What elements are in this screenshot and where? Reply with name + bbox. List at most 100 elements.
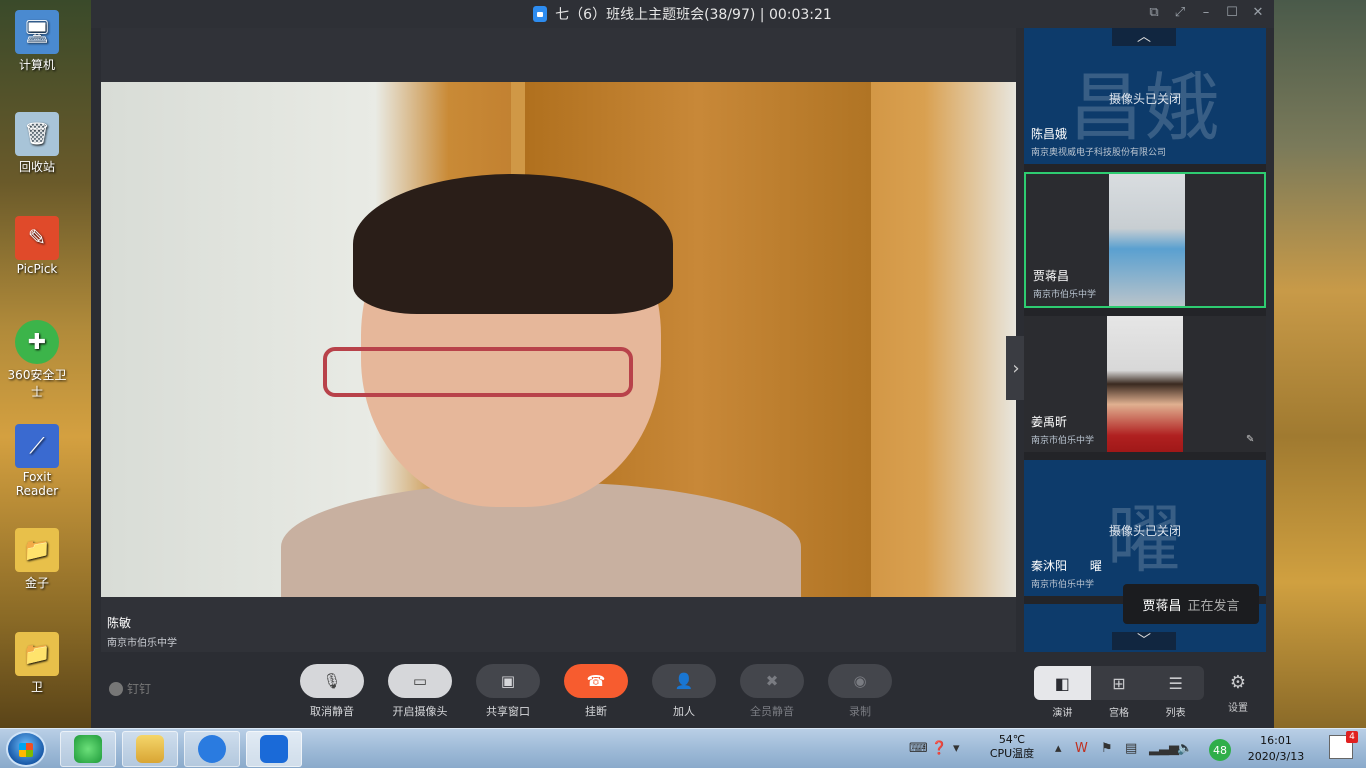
participant-tile[interactable]: 昌娥 摄像头已关闭 陈昌娥 南京奥视威电子科技股份有限公司 bbox=[1024, 28, 1266, 164]
desktop-icon-label: Foxit Reader bbox=[15, 470, 59, 498]
hangup-button[interactable]: ☎ 挂断 bbox=[564, 664, 628, 719]
speaker-layout-icon: ◧ bbox=[1054, 673, 1070, 693]
layout-labels: 演讲 宫格 列表 bbox=[1052, 708, 1186, 719]
share-screen-icon: ▣ bbox=[476, 664, 540, 698]
layout-switcher: ◧ ⊞ ☰ bbox=[1034, 666, 1204, 700]
system-tray: ⌨ ❓ ▾ 54℃ CPU温度 ▴ W ⚑ ▤ ▂▃▅ 🔈 48 16:01 2… bbox=[905, 729, 1366, 768]
participant-org: 南京市伯乐中学 bbox=[1031, 580, 1095, 590]
meeting-window: 七（6）班线上主题班会(38/97) | 00:03:21 ⧉ ⤢ – ☐ ✕ … bbox=[91, 0, 1274, 728]
main-speaker-name: 陈敏 bbox=[107, 616, 132, 630]
shield-plus-icon: ✚ bbox=[15, 320, 59, 364]
participant-video bbox=[1109, 174, 1185, 306]
add-person-button[interactable]: 👤 加人 bbox=[652, 664, 716, 719]
speaking-status: 正在发言 bbox=[1187, 598, 1240, 614]
taskbar-app-explorer[interactable] bbox=[122, 731, 178, 767]
window-title: 七（6）班线上主题班会(38/97) | 00:03:21 bbox=[555, 7, 832, 23]
window-controls: ⧉ ⤢ – ☐ ✕ bbox=[1146, 5, 1266, 20]
gear-icon: ⚙ bbox=[1229, 672, 1247, 693]
layout-list-button[interactable]: ☰ bbox=[1147, 666, 1204, 700]
grid-layout-icon: ⊞ bbox=[1112, 673, 1126, 693]
desktop-icon-label: 金子 bbox=[24, 576, 49, 590]
layout-grid-button[interactable]: ⊞ bbox=[1091, 666, 1148, 700]
speaking-name: 贾蒋昌 bbox=[1142, 598, 1182, 614]
participant-tile[interactable]: 姜禹昕 南京市伯乐中学 ✎ bbox=[1024, 316, 1266, 452]
recycle-bin-icon: 🗑 bbox=[15, 112, 59, 156]
scroll-down-button[interactable]: ﹀ bbox=[1112, 632, 1176, 650]
chevron-up-icon: ︿ bbox=[1137, 29, 1151, 45]
mute-all-icon: ✖ bbox=[740, 664, 804, 698]
settings-button[interactable]: ⚙ 设置 bbox=[1221, 672, 1255, 714]
hangup-icon: ☎ bbox=[564, 664, 628, 698]
participant-video bbox=[1107, 316, 1183, 452]
taskbar-app-ie[interactable] bbox=[60, 731, 116, 767]
layout-speaker-button[interactable]: ◧ bbox=[1034, 666, 1091, 700]
desktop-icon-label: 360安全卫士 bbox=[7, 368, 67, 399]
desktop-icon-picpick[interactable]: ✎ PicPick bbox=[4, 216, 70, 276]
meeting-toolbar: 钉钉 🎙 取消静音 ▭ 开启摄像头 ▣ 共享窗口 ☎ 挂断 👤 加人 ✖ 全员静… bbox=[91, 652, 1274, 728]
chevron-down-icon[interactable]: ▾ bbox=[953, 741, 960, 756]
network-icon[interactable]: ▂▃▅ bbox=[1149, 741, 1179, 756]
taskbar-app-dingtalk[interactable] bbox=[184, 731, 240, 767]
desktop-icon-label: PicPick bbox=[16, 262, 58, 276]
share-window-button[interactable]: ▣ 共享窗口 bbox=[476, 664, 540, 719]
main-stage: 陈敏 南京市伯乐中学 › bbox=[101, 28, 1026, 652]
app-brand: 钉钉 bbox=[109, 680, 151, 697]
show-hidden-icons[interactable]: ▴ bbox=[1055, 741, 1062, 756]
picpick-icon: ✎ bbox=[15, 216, 59, 260]
security-badge[interactable]: 48 bbox=[1209, 739, 1231, 761]
speaking-toast: 贾蒋昌 正在发言 bbox=[1123, 584, 1259, 624]
chevron-down-icon: ﹀ bbox=[1137, 633, 1151, 649]
start-camera-button[interactable]: ▭ 开启摄像头 bbox=[388, 664, 452, 719]
desktop-icon-recycle-bin[interactable]: 🗑 回收站 bbox=[4, 112, 70, 175]
volume-icon[interactable]: 🔈 bbox=[1177, 741, 1193, 756]
close-icon[interactable]: ✕ bbox=[1250, 5, 1266, 20]
desktop-background-right bbox=[1266, 0, 1366, 728]
collapse-panel-button[interactable]: › bbox=[1006, 336, 1026, 400]
windows-taskbar: ⌨ ❓ ▾ 54℃ CPU温度 ▴ W ⚑ ▤ ▂▃▅ 🔈 48 16:01 2… bbox=[0, 728, 1366, 768]
help-icon[interactable]: ❓ bbox=[931, 741, 947, 756]
minimize-icon[interactable]: – bbox=[1198, 5, 1214, 20]
action-center-icon[interactable]: 4 bbox=[1329, 731, 1358, 759]
unmute-button[interactable]: 🎙 取消静音 bbox=[300, 664, 364, 719]
keyboard-icon[interactable]: ⌨ bbox=[909, 741, 928, 756]
mic-muted-icon: ✎ bbox=[1246, 434, 1255, 445]
device-icon[interactable]: ▤ bbox=[1125, 741, 1137, 756]
foxit-reader-icon: ⟋ bbox=[15, 424, 59, 468]
participant-name: 陈昌娥 bbox=[1031, 127, 1068, 141]
computer-icon: 🖥 bbox=[15, 10, 59, 54]
dingtalk-logo-icon bbox=[109, 681, 123, 696]
browser-icon bbox=[74, 735, 102, 763]
add-person-icon: 👤 bbox=[652, 664, 716, 698]
record-icon: ◉ bbox=[828, 664, 892, 698]
maximize-icon[interactable]: ☐ bbox=[1224, 5, 1240, 20]
wps-icon[interactable]: W bbox=[1075, 741, 1088, 756]
participant-org: 南京市伯乐中学 bbox=[1031, 436, 1095, 446]
participant-name: 秦沐阳 曜 bbox=[1031, 559, 1102, 573]
lock-icon bbox=[533, 6, 548, 22]
title-bar: 七（6）班线上主题班会(38/97) | 00:03:21 ⧉ ⤢ – ☐ ✕ bbox=[91, 0, 1274, 28]
desktop-icon-360[interactable]: ✚ 360安全卫士 bbox=[4, 320, 70, 400]
flag-icon[interactable]: ⚑ bbox=[1101, 741, 1113, 756]
taskbar-app-meeting[interactable] bbox=[246, 731, 302, 767]
fullscreen-icon[interactable]: ⤢ bbox=[1172, 5, 1188, 20]
camera-off-text: 摄像头已关闭 bbox=[1108, 92, 1181, 106]
desktop-icon-label: 回收站 bbox=[18, 160, 55, 174]
scroll-up-button[interactable]: ︿ bbox=[1112, 28, 1176, 46]
dingtalk-icon bbox=[198, 735, 226, 763]
desktop-icon-folder-jinzi[interactable]: 📁 金子 bbox=[4, 528, 70, 591]
mute-all-button[interactable]: ✖ 全员静音 bbox=[740, 664, 804, 719]
record-button[interactable]: ◉ 录制 bbox=[828, 664, 892, 719]
desktop-icon-folder-wei[interactable]: 📁 卫 bbox=[4, 632, 70, 695]
participant-name: 贾蒋昌 bbox=[1033, 269, 1070, 283]
participant-panel: 昌娥 摄像头已关闭 陈昌娥 南京奥视威电子科技股份有限公司 ︿ 贾蒋昌 南京市伯… bbox=[1024, 28, 1266, 652]
start-button[interactable] bbox=[6, 731, 46, 767]
participant-org: 南京市伯乐中学 bbox=[1033, 290, 1097, 300]
main-video[interactable] bbox=[101, 82, 1016, 597]
participant-tile[interactable]: 贾蒋昌 南京市伯乐中学 bbox=[1024, 172, 1266, 308]
desktop-icon-computer[interactable]: 🖥 计算机 bbox=[4, 10, 70, 73]
cpu-temperature: 54℃ CPU温度 bbox=[989, 733, 1035, 760]
popout-icon[interactable]: ⧉ bbox=[1146, 5, 1162, 20]
desktop-icon-foxit[interactable]: ⟋ Foxit Reader bbox=[4, 424, 70, 498]
clock[interactable]: 16:01 2020/3/13 bbox=[1237, 733, 1315, 765]
participant-tile[interactable]: 曜 摄像头已关闭 秦沐阳 曜 南京市伯乐中学 bbox=[1024, 460, 1266, 596]
